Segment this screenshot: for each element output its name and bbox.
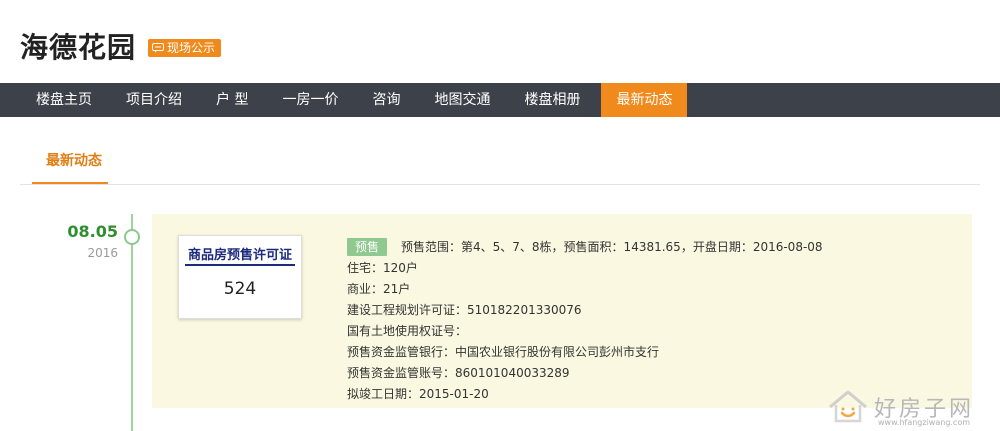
nav-item-home[interactable]: 楼盘主页 xyxy=(0,83,109,117)
watermark: 好房子网 www.hfangziwang.com xyxy=(822,385,1000,431)
permit-divider xyxy=(185,264,295,266)
detail-line: 拟竣工日期：2015-01-20 xyxy=(347,387,489,401)
nav-item-intro[interactable]: 项目介绍 xyxy=(109,83,199,117)
detail-line: 商业：21户 xyxy=(347,282,411,296)
title-row: 海德花园 现场公示 xyxy=(20,26,222,66)
timeline-dot xyxy=(124,229,140,245)
detail-line: 国有土地使用权证号： xyxy=(347,324,468,338)
nav-item-photo-album[interactable]: 楼盘相册 xyxy=(507,83,597,117)
section-title: 最新动态 xyxy=(46,153,102,169)
permit-number: 524 xyxy=(223,279,257,299)
onsite-notice-badge[interactable]: 现场公示 xyxy=(148,39,222,57)
presale-summary: 预售范围：第4、5、7、8栋，预售面积：14381.65，开盘日期：2016-0… xyxy=(401,240,823,254)
watermark-url: www.hfangziwang.com xyxy=(878,418,971,427)
nav-item-consult[interactable]: 咨询 xyxy=(355,83,417,117)
timeline-date: 08.05 xyxy=(67,222,118,241)
nav-item-floorplans[interactable]: 户 型 xyxy=(199,83,265,117)
house-logo-icon xyxy=(829,390,867,423)
permit-title: 商品房预售许可证 xyxy=(187,248,292,263)
nav-item-latest-news[interactable]: 最新动态 xyxy=(601,83,688,117)
detail-line: 建设工程规划许可证：510182201330076 xyxy=(347,303,582,317)
page-title: 海德花园 xyxy=(20,31,137,64)
detail-line: 预售资金监管银行：中国农业银行股份有限公司彭州市支行 xyxy=(347,345,660,359)
section-divider xyxy=(20,184,980,185)
presale-permit-card: 商品房预售许可证 524 xyxy=(178,235,302,319)
detail-line: 预售资金监管账号：860101040033289 xyxy=(347,366,570,380)
timeline-line xyxy=(131,214,133,431)
detail-summary-row: 预售 预售范围：第4、5、7、8栋，预售面积：14381.65，开盘日期：2016… xyxy=(347,237,823,258)
timeline-year: 2016 xyxy=(87,246,118,260)
nav-item-unit-prices[interactable]: 一房一价 xyxy=(265,83,355,117)
badge-label: 现场公示 xyxy=(167,41,216,55)
presale-tag: 预售 xyxy=(347,238,388,256)
nav-item-map-transport[interactable]: 地图交通 xyxy=(417,83,507,117)
speech-bubble-icon xyxy=(152,43,165,53)
main-nav: 楼盘主页 项目介绍 户 型 一房一价 咨询 地图交通 楼盘相册 最新动态 xyxy=(0,83,1000,117)
detail-line: 住宅：120户 xyxy=(347,261,418,275)
news-details: 预售 预售范围：第4、5、7、8栋，预售面积：14381.65，开盘日期：2016… xyxy=(347,237,823,405)
